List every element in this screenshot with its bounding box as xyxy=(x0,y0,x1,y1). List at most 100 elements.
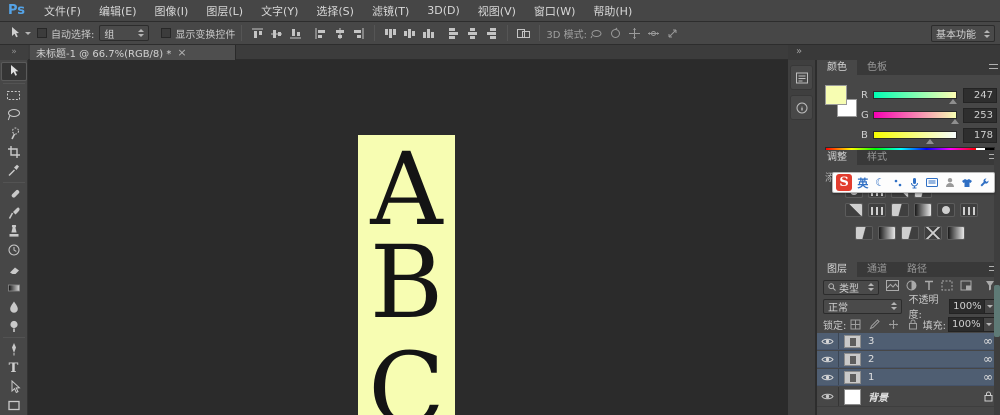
preset-dropdown-arrow[interactable] xyxy=(25,31,31,35)
tab-channels[interactable]: 通道 xyxy=(857,262,897,277)
layer-visibility-eye-icon[interactable] xyxy=(817,369,839,385)
menu-select[interactable]: 选择(S) xyxy=(307,3,363,19)
layer-thumbnail[interactable] xyxy=(844,334,861,348)
layer-filter-type-dropdown[interactable]: 类型 xyxy=(823,279,879,295)
brush-tool[interactable] xyxy=(1,203,27,222)
red-channel-slider[interactable] xyxy=(873,91,957,99)
green-channel-slider[interactable] xyxy=(873,111,957,119)
path-selection-tool[interactable] xyxy=(1,378,27,397)
layer-link-icon[interactable]: ∞ xyxy=(983,371,993,383)
menu-window[interactable]: 窗口(W) xyxy=(525,3,584,19)
layer-name[interactable]: 3 xyxy=(868,336,874,347)
distribute-bottom-edges-icon[interactable] xyxy=(420,25,437,42)
gradient-map-icon[interactable] xyxy=(924,226,942,240)
distribute-horizontal-centers-icon[interactable] xyxy=(464,25,481,42)
menu-filter[interactable]: 滤镜(T) xyxy=(363,3,418,19)
background-layer-name[interactable]: 背景 xyxy=(868,389,888,404)
clone-stamp-tool[interactable] xyxy=(1,222,27,241)
3d-scale-icon[interactable] xyxy=(664,25,681,42)
tab-color[interactable]: 颜色 xyxy=(817,60,857,75)
panel-scrollbar-thumb[interactable] xyxy=(994,285,1000,337)
ime-skin-icon[interactable] xyxy=(960,178,973,188)
toolbar-collapse-button[interactable]: » xyxy=(0,45,28,60)
layer-row-1[interactable]: 1 ∞ xyxy=(817,369,1000,386)
show-transform-checkbox[interactable] xyxy=(161,28,172,38)
tab-swatches[interactable]: 色板 xyxy=(857,60,897,75)
ime-keyboard-icon[interactable] xyxy=(926,178,939,187)
ime-settings-wrench-icon[interactable] xyxy=(978,177,991,188)
document-tab-close-icon[interactable]: × xyxy=(177,47,186,58)
layer-name[interactable]: 1 xyxy=(868,372,874,383)
auto-select-checkbox[interactable] xyxy=(37,28,47,38)
auto-align-layers-icon[interactable] xyxy=(515,25,532,42)
ime-fullwidth-moon-icon[interactable]: ☾ xyxy=(874,176,887,189)
layer-visibility-eye-icon[interactable] xyxy=(817,333,839,349)
eyedropper-tool[interactable] xyxy=(1,161,27,180)
layer-link-icon[interactable]: ∞ xyxy=(983,335,993,347)
collapsed-info-panel-button[interactable] xyxy=(790,95,813,120)
distribute-right-edges-icon[interactable] xyxy=(483,25,500,42)
dodge-tool[interactable] xyxy=(1,316,27,335)
fill-value[interactable]: 100% xyxy=(948,316,984,332)
color-balance-icon[interactable] xyxy=(891,203,909,217)
document-artboard[interactable]: A B C xyxy=(358,135,455,415)
lock-image-pixels-icon[interactable] xyxy=(866,316,883,333)
sogou-logo-icon[interactable]: S xyxy=(836,174,853,191)
menu-layer[interactable]: 图层(L) xyxy=(197,3,252,19)
distribute-vertical-centers-icon[interactable] xyxy=(401,25,418,42)
menu-3d[interactable]: 3D(D) xyxy=(418,4,469,17)
document-tab[interactable]: 未标题-1 @ 66.7%(RGB/8) * × xyxy=(30,45,236,60)
blue-slider-thumb[interactable] xyxy=(926,139,934,144)
lock-all-icon[interactable] xyxy=(904,316,921,333)
green-slider-thumb[interactable] xyxy=(951,119,959,124)
posterize-icon[interactable] xyxy=(878,226,896,240)
ime-account-icon[interactable] xyxy=(943,177,956,188)
3d-rotate-icon[interactable] xyxy=(588,25,605,42)
hue-saturation-icon[interactable] xyxy=(868,203,886,217)
canvas-area[interactable]: A B C xyxy=(28,60,788,415)
lasso-tool[interactable] xyxy=(1,105,27,124)
blend-mode-dropdown[interactable]: 正常 xyxy=(823,298,903,314)
filter-pixel-layers-icon[interactable] xyxy=(886,280,899,294)
red-slider-thumb[interactable] xyxy=(949,99,957,104)
ime-microphone-icon[interactable] xyxy=(908,177,921,189)
lock-transparent-pixels-icon[interactable] xyxy=(847,316,864,333)
workspace-switcher-dropdown[interactable]: 基本功能 xyxy=(931,25,995,42)
red-channel-value[interactable]: 247 xyxy=(963,88,997,103)
layer-visibility-eye-icon[interactable] xyxy=(817,351,839,367)
menu-view[interactable]: 视图(V) xyxy=(469,3,525,19)
rectangular-marquee-tool[interactable] xyxy=(1,86,27,105)
gradient-tool[interactable] xyxy=(1,279,27,298)
align-top-edges-icon[interactable] xyxy=(249,25,266,42)
invert-icon[interactable] xyxy=(855,226,873,240)
filter-smart-objects-icon[interactable] xyxy=(960,280,972,294)
panel-dock-collapse-button[interactable]: » xyxy=(788,45,1000,60)
move-tool-preset-icon[interactable] xyxy=(6,25,23,42)
spot-healing-brush-tool[interactable] xyxy=(1,185,27,204)
layer-name[interactable]: 2 xyxy=(868,354,874,365)
channel-mixer-icon[interactable] xyxy=(960,203,978,217)
background-layer-thumbnail[interactable] xyxy=(844,388,861,405)
type-tool[interactable]: T xyxy=(1,359,27,378)
vibrance-icon[interactable] xyxy=(845,203,863,217)
foreground-color-swatch[interactable] xyxy=(825,85,847,105)
crop-tool[interactable] xyxy=(1,142,27,161)
menu-image[interactable]: 图像(I) xyxy=(146,3,198,19)
history-brush-tool[interactable] xyxy=(1,241,27,260)
layer-row-2[interactable]: 2 ∞ xyxy=(817,351,1000,368)
menu-type[interactable]: 文字(Y) xyxy=(252,3,307,19)
green-channel-value[interactable]: 253 xyxy=(963,108,997,123)
distribute-left-edges-icon[interactable] xyxy=(445,25,462,42)
tab-layers[interactable]: 图层 xyxy=(817,262,857,277)
rectangle-tool[interactable] xyxy=(1,396,27,415)
layer-link-icon[interactable]: ∞ xyxy=(983,353,993,365)
tab-paths[interactable]: 路径 xyxy=(897,262,937,277)
quick-selection-tool[interactable] xyxy=(1,123,27,142)
menu-help[interactable]: 帮助(H) xyxy=(584,3,641,19)
blue-channel-value[interactable]: 178 xyxy=(963,128,997,143)
sogou-ime-toolbar[interactable]: S 英 ☾ xyxy=(832,172,995,193)
move-tool[interactable] xyxy=(0,62,27,81)
layer-row-3[interactable]: 3 ∞ xyxy=(817,333,1000,350)
selective-color-icon[interactable] xyxy=(947,226,965,240)
layer-visibility-eye-icon[interactable] xyxy=(817,387,839,406)
